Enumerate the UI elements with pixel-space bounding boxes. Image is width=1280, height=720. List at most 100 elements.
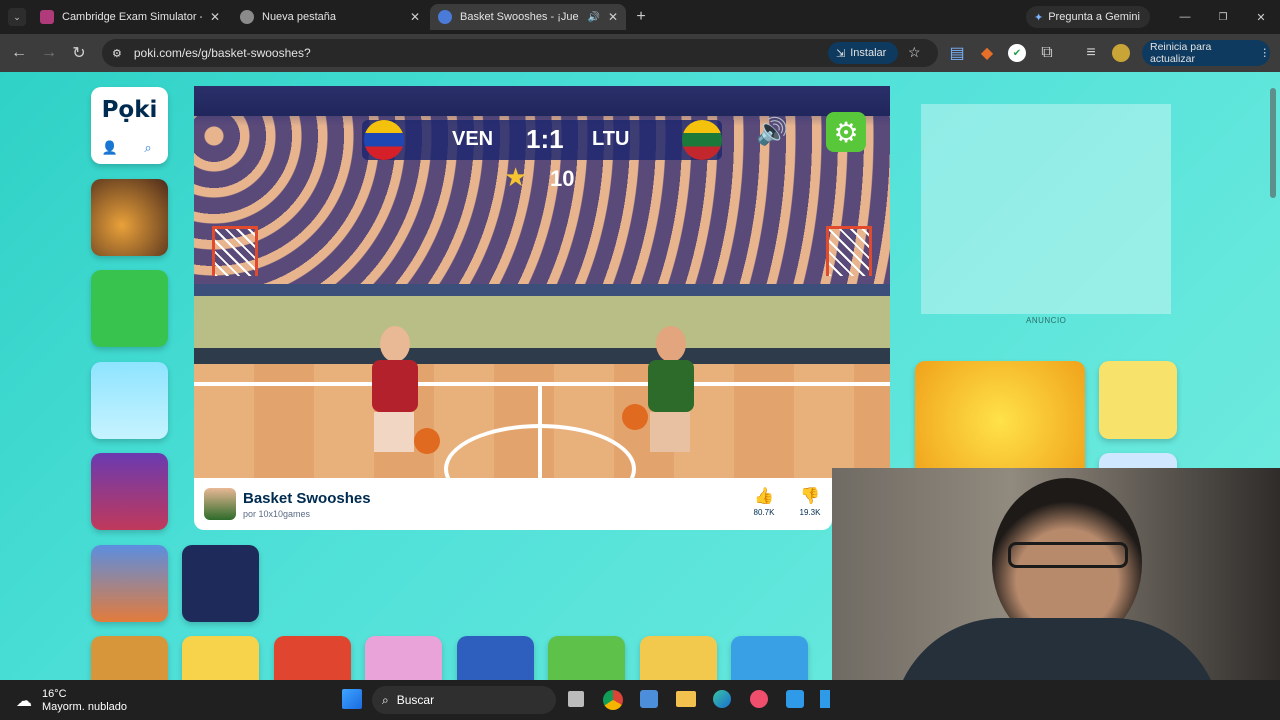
game-title: Basket Swooshes [243,490,371,507]
app-icon[interactable] [820,690,830,708]
dislike-button[interactable]: 👎 19.3K [796,486,824,524]
venezuela-flag-icon [364,120,404,160]
user-icon[interactable]: 👤 [101,139,119,157]
taskbar-search[interactable]: ⌕ Buscar [372,686,556,714]
star-count: 10 [550,166,575,191]
game-thumb-bottom-8[interactable] [731,636,808,680]
person-body [892,618,1222,680]
game-thumb-basketball-stars[interactable] [91,545,168,622]
home-team: VEN [452,128,494,150]
install-button[interactable]: ⇲ Instalar [828,42,898,64]
game-thumb-bottom-5[interactable] [457,636,534,680]
bookmark-star-icon[interactable]: ☆ [908,44,921,61]
tab-title: Cambridge Exam Simulator - Er [62,11,202,23]
game-thumb-bottom-2[interactable] [182,636,259,680]
page-content: Pọki 👤 ⌕ VEN 1:1 LTU ★ 10 🔊 ⚙ Basket Swo… [0,72,1280,680]
game-thumb-basketball-hand[interactable] [915,361,1085,481]
ad-slot[interactable] [921,104,1171,314]
extension-orange-icon[interactable]: ◆ [978,44,996,62]
game-thumb-bottom-1[interactable] [91,636,168,680]
game-canvas[interactable]: VEN 1:1 LTU ★ 10 🔊 ⚙ [194,86,890,478]
gemini-label: Pregunta a Gemini [1048,11,1140,23]
edge-icon[interactable] [713,690,731,708]
close-icon[interactable]: ✕ [410,10,420,24]
update-button[interactable]: Reinicia para actualizar ⋮ [1142,40,1270,66]
lithuania-flag-icon [682,120,722,160]
weather-icon[interactable]: ☁ [16,691,32,711]
basketball-icon [622,404,648,430]
windows-start-icon[interactable] [342,689,362,709]
extensions-puzzle-icon[interactable]: ⧉ [1038,44,1056,62]
thumbs-down-icon: 👎 [800,488,820,505]
restore-icon[interactable]: ❐ [1214,8,1232,26]
search-icon: ⌕ [382,692,389,707]
dislike-count: 19.3K [799,508,821,517]
basketball-icon [414,428,440,454]
gemini-icon: ✦ [1034,11,1044,24]
game-thumb-knight[interactable] [91,179,168,256]
court-wall [194,284,890,354]
game-thumb-soccer[interactable] [91,270,168,347]
search-label: Buscar [396,693,435,707]
shield-extension-icon[interactable]: ✔ [1008,44,1026,62]
gemini-button[interactable]: ✦ Pregunta a Gemini [1026,6,1150,28]
task-view-icon[interactable] [568,691,584,707]
close-icon[interactable]: ✕ [210,10,220,24]
game-thumb-bottom-4[interactable] [365,636,442,680]
tab-bar: ⌄ Cambridge Exam Simulator - Er ✕ Nueva … [0,0,1280,34]
search-icon[interactable]: ⌕ [139,139,157,157]
tab-search-icon[interactable]: ⌄ [8,8,26,26]
address-bar[interactable]: ⚙ poki.com/es/g/basket-swooshes? ⇲ Insta… [102,39,938,67]
media-queue-icon[interactable]: ≡ [1082,44,1100,62]
game-thumb-blocky[interactable] [91,362,168,439]
court-line [194,382,890,386]
chrome-taskbar-icon[interactable] [603,690,623,710]
sound-icon[interactable]: 🔊 [756,116,792,152]
player-lithuania [640,326,704,458]
tab-cambridge[interactable]: Cambridge Exam Simulator - Er ✕ [32,4,228,30]
minimize-icon[interactable]: — [1176,8,1194,26]
store-icon[interactable] [640,690,658,708]
glasses-icon [1008,542,1128,568]
vscode-icon[interactable] [786,690,804,708]
more-menu-icon: ⋮ [1259,47,1271,59]
forward-icon[interactable]: → [40,44,58,62]
game-thumb-bottom-6[interactable] [548,636,625,680]
away-team: LTU [592,128,630,150]
tab-title: Nueva pestaña [262,11,336,23]
music-icon[interactable] [750,690,768,708]
score: 1:1 [526,124,564,154]
game-thumb-racing[interactable] [182,545,259,622]
taskbar: ☁ 16°C Mayorm. nublado ⌕ Buscar [0,680,1280,720]
game-author: por 10x10games [243,509,311,519]
game-thumb-bottom-7[interactable] [640,636,717,680]
close-window-icon[interactable]: ✕ [1252,8,1270,26]
poki-favicon-icon [438,10,452,24]
document-icon[interactable]: ▤ [948,44,966,62]
folder-icon[interactable] [676,691,696,707]
star-icon: ★ [504,162,528,192]
game-thumb-boxing[interactable] [91,453,168,530]
close-icon[interactable]: ✕ [608,10,618,24]
game-thumb-bottom-3[interactable] [274,636,351,680]
tab-basket-swooshes[interactable]: Basket Swooshes - ¡Juega G 🔊 ✕ [430,4,626,30]
cambridge-favicon-icon [40,10,54,24]
game-info-bar: Basket Swooshes por 10x10games 👍 80.7K 👎… [194,478,832,530]
url-text: poki.com/es/g/basket-swooshes? [133,46,311,60]
like-button[interactable]: 👍 80.7K [750,486,778,524]
reload-icon[interactable]: ↻ [70,44,88,62]
settings-gear-icon[interactable]: ⚙ [826,112,866,152]
game-thumb-cartoon[interactable] [1099,361,1177,439]
new-tab-icon[interactable]: + [632,8,650,26]
profile-avatar-icon[interactable] [1112,44,1130,62]
back-icon[interactable]: ← [10,44,28,62]
tab-new[interactable]: Nueva pestaña ✕ [232,4,428,30]
chrome-favicon-icon [240,10,254,24]
poki-logo-card[interactable]: Pọki 👤 ⌕ [91,87,168,164]
site-info-icon[interactable]: ⚙ [112,47,122,60]
toolbar: ← → ↻ ⚙ poki.com/es/g/basket-swooshes? ⇲… [0,34,1280,72]
speaker-icon[interactable]: 🔊 [587,12,599,23]
scrollbar[interactable] [1270,88,1276,198]
weather-desc: Mayorm. nublado [42,701,127,713]
weather-temp: 16°C [42,688,67,700]
